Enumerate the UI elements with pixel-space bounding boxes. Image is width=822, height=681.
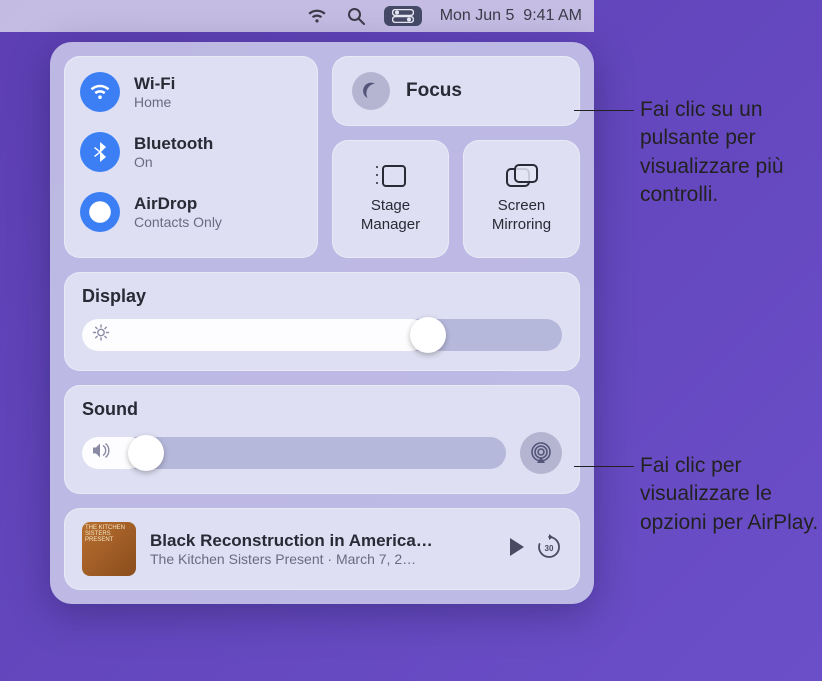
now-playing-subtitle: The Kitchen Sisters Present · March 7, 2… — [150, 551, 494, 567]
airdrop-subtitle: Contacts Only — [134, 214, 222, 230]
focus-label: Focus — [406, 80, 462, 102]
bluetooth-title: Bluetooth — [134, 134, 213, 154]
bluetooth-subtitle: On — [134, 154, 213, 170]
display-label: Display — [82, 286, 562, 307]
brightness-icon — [92, 324, 110, 347]
wifi-toggle[interactable]: Wi-Fi Home — [78, 66, 304, 118]
airdrop-toggle[interactable]: AirDrop Contacts Only — [78, 186, 304, 238]
spotlight-icon[interactable] — [346, 6, 366, 26]
sound-label: Sound — [82, 399, 562, 420]
display-module[interactable]: Display — [64, 272, 580, 371]
wifi-subtitle: Home — [134, 94, 175, 110]
screen-mirroring-label: ScreenMirroring — [492, 197, 551, 235]
airplay-icon — [530, 442, 552, 464]
wifi-title: Wi-Fi — [134, 74, 175, 94]
menubar-date[interactable]: Mon Jun 5 9:41 AM — [440, 7, 582, 25]
speaker-icon — [92, 443, 112, 464]
stage-manager-button[interactable]: StageManager — [332, 140, 449, 258]
now-playing-title: Black Reconstruction in America… — [150, 531, 494, 551]
control-center-panel: Wi-Fi Home Bluetooth On AirDrop — [50, 42, 594, 604]
screen-mirroring-button[interactable]: ScreenMirroring — [463, 140, 580, 258]
callout-airplay: Fai clic per visualizzare le opzioni per… — [640, 452, 820, 537]
svg-text:30: 30 — [545, 544, 554, 553]
bluetooth-toggle[interactable]: Bluetooth On — [78, 126, 304, 178]
callout-focus: Fai clic su un pulsante per visualizzare… — [640, 96, 820, 209]
focus-button[interactable]: Focus — [332, 56, 580, 126]
airdrop-icon — [80, 192, 120, 232]
connectivity-module: Wi-Fi Home Bluetooth On AirDrop — [64, 56, 318, 258]
wifi-menubar-icon[interactable] — [306, 8, 328, 24]
volume-slider[interactable] — [82, 437, 506, 469]
menubar: Mon Jun 5 9:41 AM — [0, 0, 594, 32]
airplay-audio-button[interactable] — [520, 432, 562, 474]
album-art: The Kitchen Sisters Present — [82, 522, 136, 576]
now-playing-module[interactable]: The Kitchen Sisters Present Black Recons… — [64, 508, 580, 590]
brightness-slider[interactable] — [82, 319, 562, 351]
play-button[interactable] — [508, 537, 526, 562]
control-center-menubar-icon[interactable] — [384, 6, 422, 26]
bluetooth-icon — [80, 132, 120, 172]
airdrop-title: AirDrop — [134, 194, 222, 214]
sound-module[interactable]: Sound — [64, 385, 580, 494]
moon-icon — [352, 72, 390, 110]
stage-manager-label: StageManager — [361, 197, 420, 235]
wifi-icon — [80, 72, 120, 112]
skip-30-button[interactable]: 30 — [536, 534, 562, 565]
